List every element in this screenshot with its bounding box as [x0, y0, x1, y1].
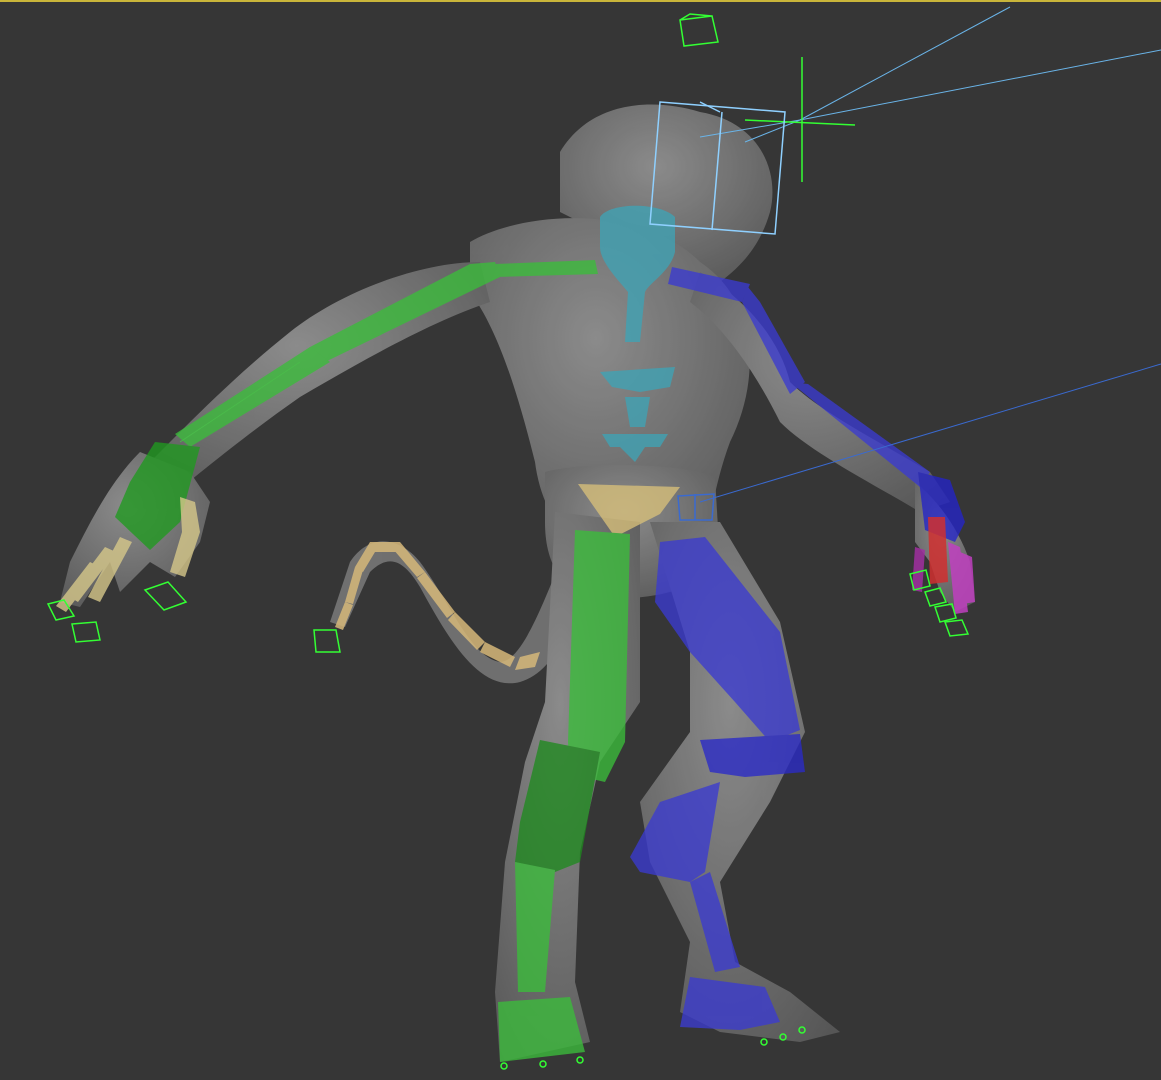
3d-viewport[interactable] [0, 0, 1161, 1080]
tail-end-cube[interactable] [313, 629, 341, 653]
bone-knee-right[interactable] [700, 734, 805, 777]
finger-right-selected[interactable] [928, 517, 948, 584]
camera-line-1 [799, 6, 1011, 121]
bone-foot-left[interactable] [498, 997, 585, 1062]
top-control-cube[interactable] [679, 13, 719, 47]
finger-right-3[interactable] [912, 547, 925, 592]
bone-forearm-left[interactable] [175, 347, 330, 447]
camera-line-2 [799, 49, 1161, 121]
point-helper-horizontal [744, 119, 856, 126]
bone-thigh-left[interactable] [568, 530, 630, 782]
viewport-scene[interactable] [0, 2, 1161, 1080]
finger-left-cube-3[interactable] [143, 581, 188, 611]
camera-line-4 [744, 119, 801, 143]
finger-left-cube-2[interactable] [71, 621, 101, 643]
